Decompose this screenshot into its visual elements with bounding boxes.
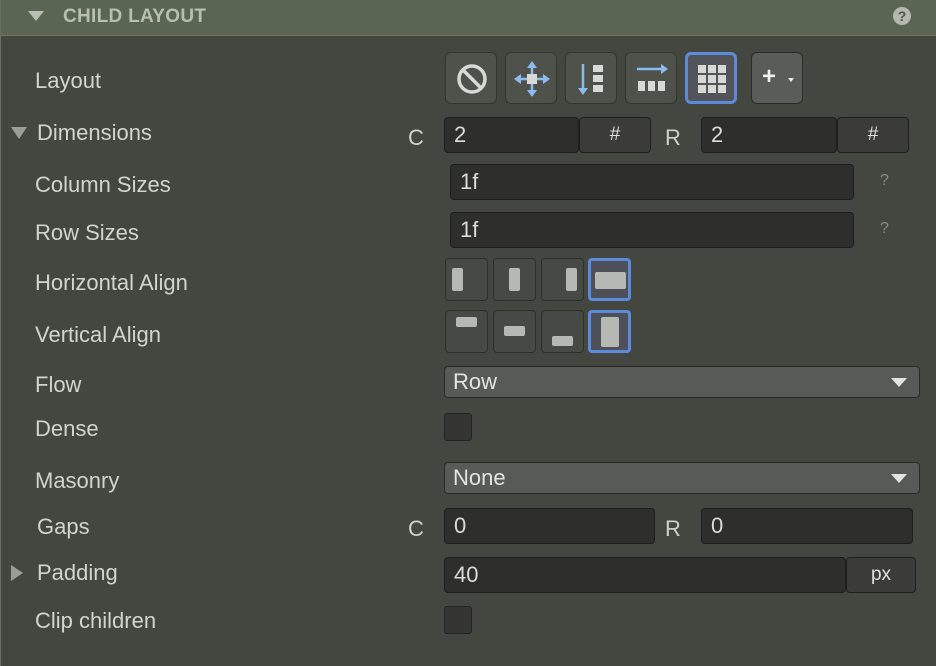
dimensions-c-label: C bbox=[408, 125, 424, 150]
padding-field[interactable]: 40 bbox=[444, 557, 846, 593]
layout-none-button[interactable] bbox=[445, 52, 497, 104]
padding-expand-icon[interactable] bbox=[11, 565, 23, 581]
masonry-select[interactable]: None bbox=[444, 462, 920, 494]
gaps-c-label: C bbox=[408, 516, 424, 541]
clip-children-label: Clip children bbox=[35, 608, 157, 633]
plus-dropdown-icon: + bbox=[762, 63, 777, 90]
row-sizes-help-icon[interactable]: ? bbox=[880, 220, 889, 238]
help-icon[interactable]: ? bbox=[893, 7, 911, 25]
h-align-right-button[interactable] bbox=[541, 258, 584, 301]
grid-icon bbox=[698, 65, 726, 93]
horizontal-align-label: Horizontal Align bbox=[35, 270, 188, 295]
align-top-icon bbox=[456, 317, 477, 327]
align-stretch-horizontal-icon bbox=[595, 272, 626, 289]
gaps-r-label: R bbox=[665, 516, 681, 541]
dense-label: Dense bbox=[35, 416, 99, 441]
align-right-icon bbox=[566, 268, 577, 291]
vertical-stack-icon bbox=[578, 64, 603, 95]
column-sizes-label: Column Sizes bbox=[35, 172, 171, 197]
chevron-down-icon bbox=[891, 474, 907, 483]
dense-checkbox[interactable] bbox=[444, 413, 472, 441]
align-left-icon bbox=[452, 268, 463, 291]
layout-grid-button[interactable] bbox=[685, 52, 737, 104]
v-align-top-button[interactable] bbox=[445, 310, 488, 353]
flow-label: Flow bbox=[35, 372, 82, 397]
align-center-icon bbox=[509, 268, 520, 291]
v-align-bottom-button[interactable] bbox=[541, 310, 584, 353]
masonry-value: None bbox=[453, 465, 506, 490]
v-align-center-button[interactable] bbox=[493, 310, 536, 353]
layout-vertical-stack-button[interactable] bbox=[565, 52, 617, 104]
collapse-triangle-icon[interactable] bbox=[28, 11, 44, 21]
add-layout-dropdown-button[interactable]: + bbox=[751, 52, 803, 104]
masonry-label: Masonry bbox=[35, 468, 120, 493]
row-gap-field[interactable]: 0 bbox=[701, 508, 913, 544]
layout-label: Layout bbox=[35, 68, 102, 93]
layout-absolute-button[interactable] bbox=[505, 52, 557, 104]
flow-select[interactable]: Row bbox=[444, 366, 920, 398]
dimensions-expand-icon[interactable] bbox=[11, 127, 27, 139]
align-bottom-icon bbox=[552, 336, 573, 346]
vertical-align-label: Vertical Align bbox=[35, 322, 161, 347]
align-stretch-vertical-icon bbox=[601, 317, 619, 347]
rows-unit-button[interactable]: # bbox=[837, 117, 909, 153]
v-align-stretch-button[interactable] bbox=[588, 310, 631, 353]
child-layout-panel: CHILD LAYOUT ? Layout + Dimensions C 2 #… bbox=[0, 0, 936, 666]
chevron-down-icon bbox=[891, 378, 907, 387]
align-middle-icon bbox=[504, 326, 525, 336]
no-layout-icon bbox=[457, 64, 487, 94]
padding-unit-button[interactable]: px bbox=[846, 557, 916, 593]
layout-horizontal-stack-button[interactable] bbox=[625, 52, 677, 104]
column-sizes-help-icon[interactable]: ? bbox=[880, 172, 889, 190]
dimensions-r-label: R bbox=[665, 125, 681, 150]
rows-count-field[interactable]: 2 bbox=[701, 117, 837, 153]
dimensions-label: Dimensions bbox=[37, 120, 152, 145]
horizontal-stack-icon bbox=[637, 64, 668, 91]
h-align-stretch-button[interactable] bbox=[588, 258, 631, 301]
padding-label: Padding bbox=[37, 560, 118, 585]
column-gap-field[interactable]: 0 bbox=[444, 508, 655, 544]
section-title: CHILD LAYOUT bbox=[63, 6, 207, 27]
row-sizes-field[interactable]: 1f bbox=[450, 212, 854, 248]
dropdown-caret-icon bbox=[788, 78, 794, 82]
gaps-label: Gaps bbox=[37, 514, 90, 539]
flow-value: Row bbox=[453, 369, 498, 394]
columns-count-field[interactable]: 2 bbox=[444, 117, 579, 153]
row-sizes-label: Row Sizes bbox=[35, 220, 139, 245]
h-align-center-button[interactable] bbox=[493, 258, 536, 301]
clip-children-checkbox[interactable] bbox=[444, 606, 472, 634]
column-sizes-field[interactable]: 1f bbox=[450, 164, 854, 200]
section-header[interactable]: CHILD LAYOUT ? bbox=[1, 0, 936, 36]
move-arrows-icon bbox=[514, 61, 550, 97]
columns-unit-button[interactable]: # bbox=[579, 117, 651, 153]
h-align-left-button[interactable] bbox=[445, 258, 488, 301]
